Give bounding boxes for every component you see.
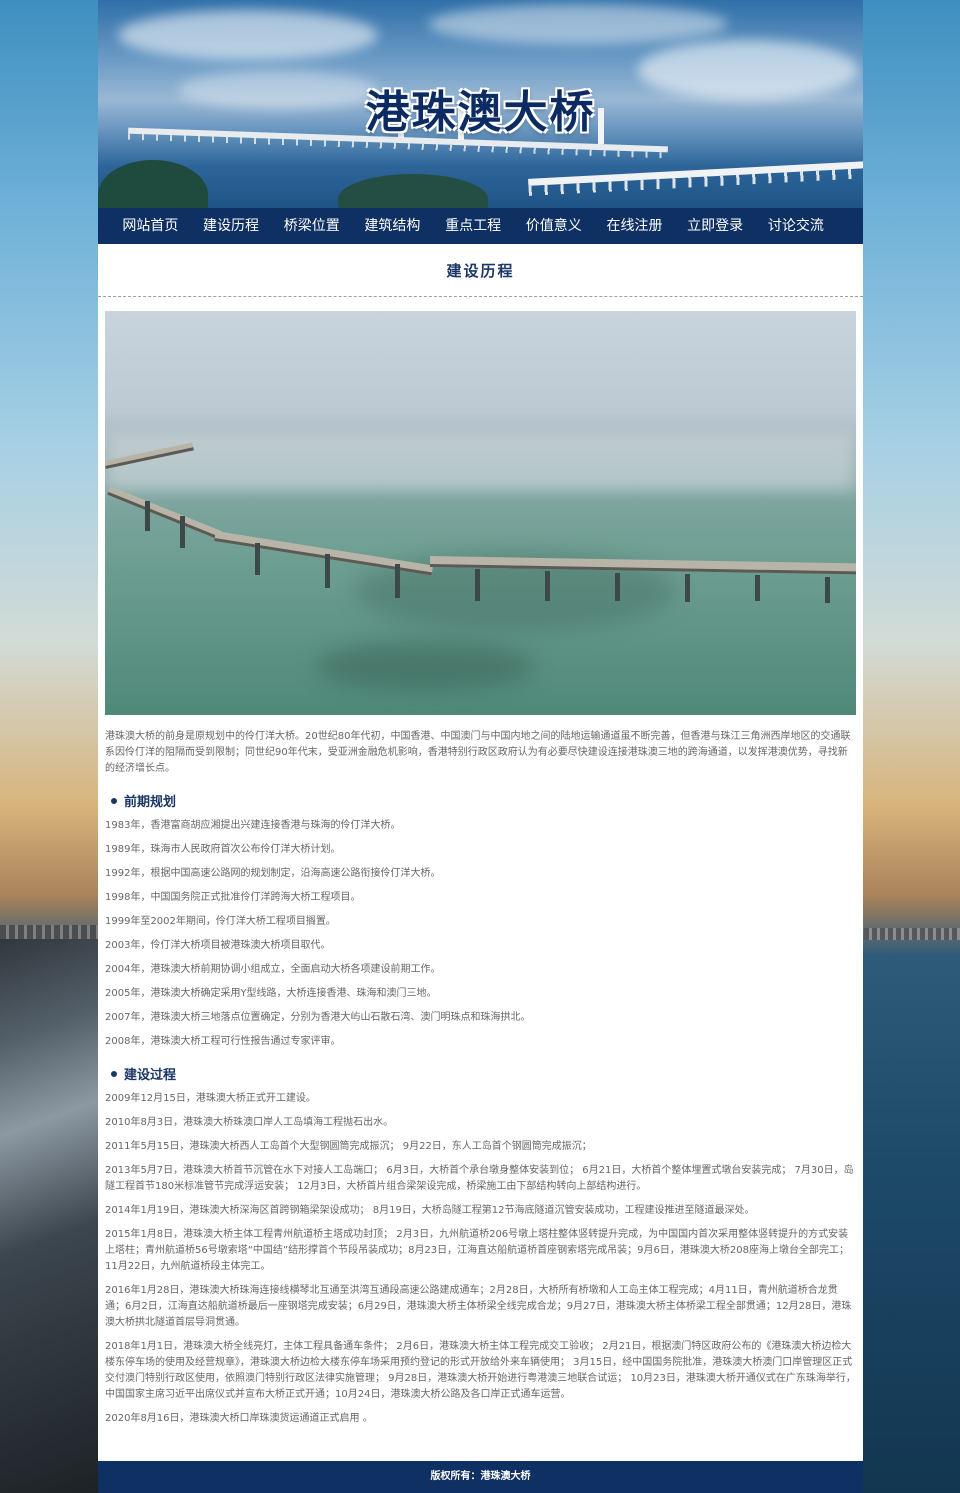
photo-bridge-pier [615,573,620,601]
timeline-item: 1999年至2002年期间，伶仃洋大桥工程项目搁置。 [105,916,336,927]
photo-bridge-pier [825,577,830,603]
intro-paragraph: 港珠澳大桥的前身是原规划中的伶仃洋大桥。20世纪80年代初，中国香港、中国澳门与… [105,731,851,774]
timeline-item: 2013年5月7日，港珠澳大桥首节沉管在水下对接人工岛端口； 6月3日，大桥首个… [105,1165,854,1192]
photo-bridge-pier [145,501,150,531]
bridge-photo [105,311,856,715]
nav-item-key-projects[interactable]: 重点工程 [433,208,514,244]
timeline-item: 2020年8月16日，港珠澳大桥口岸珠澳货运通道正式启用 。 [105,1413,373,1424]
nav-item-register[interactable]: 在线注册 [594,208,675,244]
nav-item-discussion[interactable]: 讨论交流 [756,208,837,244]
timeline-item: 2018年1月1日，港珠澳大桥全线亮灯，主体工程具备通车条件； 2月6日，港珠澳… [105,1341,856,1400]
photo-bridge-pier [395,564,400,598]
timeline-item: 2016年1月28日，港珠澳大桥珠海连接线横琴北互通至洪湾互通段高速公路建成通车… [105,1285,852,1328]
nav-item-login[interactable]: 立即登录 [675,208,756,244]
nav-item-value[interactable]: 价值意义 [513,208,594,244]
page-container: 港珠澳大桥 网站首页 建设历程 桥梁位置 建筑结构 重点工程 价值意义 在线注册… [98,0,863,1493]
timeline-item: 2010年8月3日，港珠澳大桥珠澳口岸人工岛填海工程抛石出水。 [105,1117,394,1128]
timeline-item: 2003年，伶仃洋大桥项目被港珠澳大桥项目取代。 [105,940,331,951]
background-bridge-right [864,928,960,940]
photo-bridge-deck [107,486,222,540]
site-title: 港珠澳大桥 [365,87,596,138]
section-title: 建设历程 [98,244,863,297]
timeline-item: 1992年，根据中国高速公路网的规划制定，沿海高速公路衔接伶仃洋大桥。 [105,868,441,879]
nav-item-home[interactable]: 网站首页 [110,208,191,244]
content: 港珠澳大桥的前身是原规划中的伶仃洋大桥。20世纪80年代初，中国香港、中国澳门与… [98,715,863,1427]
timeline-item: 2015年1月8日，港珠澳大桥主体工程青州航道桥主塔成功封顶； 2月3日，九州航… [105,1229,849,1272]
phase-heading: 建设过程 [105,1064,856,1083]
photo-bridge-pier [255,543,260,575]
photo-bridge-pier [685,574,690,602]
banner-island [98,160,208,208]
timeline-item: 2014年1月19日，港珠澳大桥深海区首跨钢箱梁架设成功； 8月19日，大桥岛隧… [105,1205,755,1216]
banner-island [338,174,488,208]
banner-cloud [428,4,728,44]
main-nav: 网站首页 建设历程 桥梁位置 建筑结构 重点工程 价值意义 在线注册 立即登录 … [98,208,863,244]
timeline-item: 2008年，港珠澳大桥工程可行性报告通过专家评审。 [105,1036,341,1047]
timeline-item: 2007年，港珠澳大桥三地落点位置确定，分别为香港大屿山石散石湾、澳门明珠点和珠… [105,1012,531,1023]
photo-bridge-pier [325,554,330,588]
banner-cloud [118,10,378,60]
timeline-item: 2009年12月15日，港珠澳大桥正式开工建设。 [105,1093,316,1104]
photo-bridge-pier [180,516,185,548]
photo-bridge-deck [214,531,434,576]
photo-bridge-pier [475,569,480,601]
photo-bridge-pier [755,575,760,601]
footer: 版权所有：港珠澳大桥 [98,1461,863,1493]
phase-heading: 前期规划 [105,791,856,810]
bullet-icon [111,797,117,804]
photo-bridge-pier [545,571,550,601]
timeline-item: 2004年，港珠澳大桥前期协调小组成立，全面启动大桥各项建设前期工作。 [105,964,441,975]
nav-item-history[interactable]: 建设历程 [191,208,272,244]
banner-bridge-deck [528,161,863,186]
timeline-item: 1989年，珠海市人民政府首次公布伶仃洋大桥计划。 [105,844,341,855]
timeline-item: 2011年5月15日，港珠澳大桥西人工岛首个大型钢圆筒完成振沉； 9月22日，东… [105,1141,592,1152]
header-banner: 港珠澳大桥 [98,0,863,208]
timeline-item: 1983年，香港富商胡应湘提出兴建连接香港与珠海的伶仃洋大桥。 [105,820,401,831]
timeline-item: 2005年，港珠澳大桥确定采用Y型线路，大桥连接香港、珠海和澳门三地。 [105,988,437,999]
timeline-item: 1998年，中国国务院正式批准伶仃洋跨海大桥工程项目。 [105,892,361,903]
bullet-icon [111,1070,117,1077]
nav-item-structure[interactable]: 建筑结构 [352,208,433,244]
background-bridge-left [0,925,100,1493]
nav-item-location[interactable]: 桥梁位置 [271,208,352,244]
